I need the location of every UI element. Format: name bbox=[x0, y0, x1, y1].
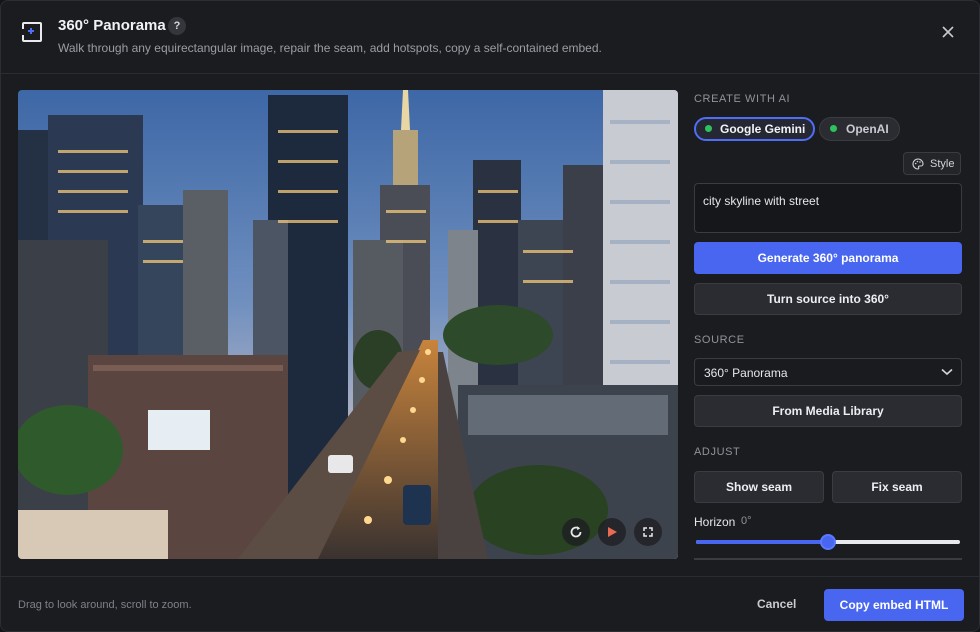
dialog-footer: Drag to look around, scroll to zoom. Can… bbox=[1, 576, 979, 631]
slider-thumb[interactable] bbox=[820, 534, 836, 550]
fullscreen-icon bbox=[643, 527, 653, 537]
show-seam-button[interactable]: Show seam bbox=[694, 471, 824, 503]
palette-icon bbox=[912, 158, 924, 170]
provider-openai[interactable]: OpenAI bbox=[819, 117, 900, 141]
horizon-value: 0° bbox=[741, 515, 752, 527]
adjust-label: ADJUST bbox=[694, 446, 741, 458]
panorama-app-icon bbox=[22, 22, 42, 42]
help-icon[interactable]: ? bbox=[168, 17, 186, 35]
panorama-dialog: 360° Panorama ? Walk through any equirec… bbox=[0, 0, 980, 632]
chevron-down-icon bbox=[941, 368, 953, 376]
panorama-viewer[interactable] bbox=[18, 90, 678, 559]
slider-fill bbox=[696, 540, 828, 544]
dialog-subtitle: Walk through any equirectangular image, … bbox=[58, 41, 602, 55]
turn-source-into-360-button[interactable]: Turn source into 360° bbox=[694, 283, 962, 315]
provider-google-gemini[interactable]: Google Gemini bbox=[694, 117, 815, 141]
next-control-edge bbox=[694, 558, 962, 560]
dialog-header: 360° Panorama ? Walk through any equirec… bbox=[1, 1, 979, 74]
status-dot bbox=[830, 125, 837, 132]
prompt-input[interactable]: city skyline with street bbox=[694, 183, 962, 233]
panorama-image[interactable] bbox=[18, 90, 678, 559]
provider-label: Google Gemini bbox=[720, 122, 806, 136]
side-panel: CREATE WITH AI Google Gemini OpenAI Styl… bbox=[694, 90, 962, 560]
source-selected-value: 360° Panorama bbox=[704, 366, 788, 380]
horizon-label: Horizon bbox=[694, 515, 736, 529]
create-with-ai-label: CREATE WITH AI bbox=[694, 93, 791, 105]
footer-hint: Drag to look around, scroll to zoom. bbox=[18, 599, 192, 611]
style-button[interactable]: Style bbox=[903, 152, 961, 175]
dialog-title: 360° Panorama bbox=[58, 17, 166, 34]
style-label: Style bbox=[930, 158, 955, 170]
play-button[interactable] bbox=[598, 518, 626, 546]
status-dot bbox=[705, 125, 712, 132]
from-media-library-button[interactable]: From Media Library bbox=[694, 395, 962, 427]
cancel-button[interactable]: Cancel bbox=[757, 597, 796, 611]
generate-panorama-button[interactable]: Generate 360° panorama bbox=[694, 242, 962, 274]
provider-label: OpenAI bbox=[846, 122, 889, 136]
close-icon[interactable] bbox=[939, 23, 957, 41]
horizon-slider[interactable] bbox=[696, 534, 960, 550]
rotate-button[interactable] bbox=[562, 518, 590, 546]
rotate-icon bbox=[570, 526, 582, 538]
source-select[interactable]: 360° Panorama bbox=[694, 358, 962, 386]
fix-seam-button[interactable]: Fix seam bbox=[832, 471, 962, 503]
source-label: SOURCE bbox=[694, 334, 745, 346]
play-icon bbox=[608, 527, 617, 537]
fullscreen-button[interactable] bbox=[634, 518, 662, 546]
copy-embed-html-button[interactable]: Copy embed HTML bbox=[824, 589, 964, 621]
